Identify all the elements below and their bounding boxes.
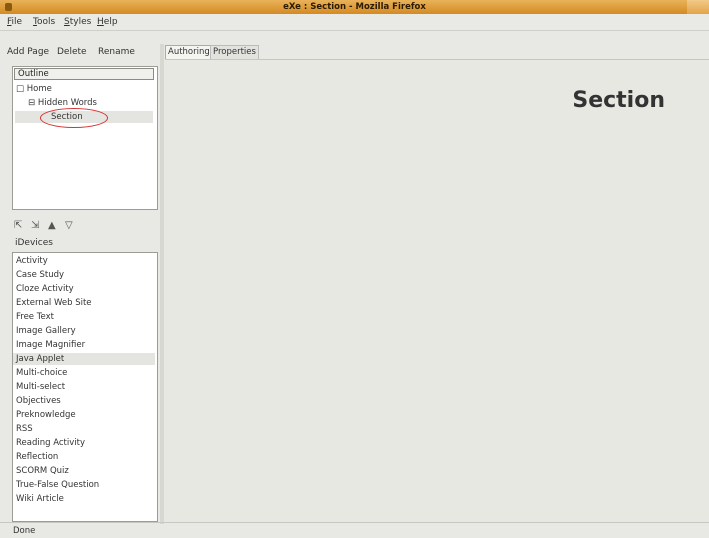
- move-up-icon[interactable]: ▲: [48, 220, 58, 232]
- page-title: Section: [572, 88, 665, 113]
- move-down-icon[interactable]: ▽: [65, 220, 75, 232]
- idevice-item[interactable]: SCORM Quiz: [13, 465, 155, 477]
- status-text: Done: [13, 526, 36, 536]
- window-title: eXe : Section - Mozilla Firefox: [283, 2, 426, 12]
- tab-properties[interactable]: Properties: [210, 45, 259, 59]
- idevice-item[interactable]: Objectives: [13, 395, 155, 407]
- idevice-item[interactable]: RSS: [13, 423, 155, 435]
- menu-file[interactable]: File: [7, 17, 22, 27]
- menu-styles[interactable]: Styles: [64, 17, 91, 27]
- idevice-item[interactable]: Reflection: [13, 451, 155, 463]
- idevice-item[interactable]: Wiki Article: [13, 493, 155, 505]
- idevice-item[interactable]: Activity: [13, 255, 155, 267]
- idevice-item[interactable]: External Web Site: [13, 297, 155, 309]
- tree-expander-icon[interactable]: □: [16, 84, 24, 94]
- menu-help[interactable]: Help: [97, 17, 118, 27]
- idevice-item[interactable]: Free Text: [13, 311, 155, 323]
- status-bar: Done: [0, 524, 709, 538]
- authoring-area: Section: [165, 59, 709, 523]
- idevice-item[interactable]: True-False Question: [13, 479, 155, 491]
- tree-label: Home: [26, 84, 52, 94]
- outline-header: Outline: [14, 68, 154, 80]
- tab-authoring[interactable]: Authoring: [165, 45, 213, 59]
- panel-splitter[interactable]: [160, 44, 164, 524]
- tree-node-hidden-words[interactable]: ⊟ Hidden Words: [28, 98, 97, 108]
- demote-icon[interactable]: ⇲: [31, 220, 41, 232]
- outline-panel: Outline □ Home ⊟ Hidden Words Section: [12, 66, 158, 210]
- tree-label: Hidden Words: [37, 98, 97, 108]
- idevice-item[interactable]: Multi-select: [13, 381, 155, 393]
- add-page-button[interactable]: Add Page: [7, 47, 49, 57]
- rename-button[interactable]: Rename: [98, 47, 135, 57]
- idevice-item[interactable]: Reading Activity: [13, 437, 155, 449]
- outline-toolbar: Add Page Delete Rename: [0, 44, 160, 60]
- menu-bar: File Tools Styles Help: [0, 14, 709, 31]
- annotation-circle: [40, 108, 108, 128]
- window-controls[interactable]: [687, 0, 709, 14]
- tree-expander-icon[interactable]: ⊟: [28, 98, 35, 108]
- promote-icon[interactable]: ⇱: [14, 220, 24, 232]
- delete-button[interactable]: Delete: [57, 47, 87, 57]
- idevices-header: iDevices: [15, 238, 53, 248]
- menu-tools[interactable]: Tools: [33, 17, 55, 27]
- title-bar: eXe : Section - Mozilla Firefox: [0, 0, 709, 14]
- idevice-item[interactable]: Case Study: [13, 269, 155, 281]
- idevice-item-selected[interactable]: Java Applet: [13, 353, 155, 365]
- idevices-list: Activity Case Study Cloze Activity Exter…: [12, 252, 158, 522]
- idevice-item[interactable]: Image Gallery: [13, 325, 155, 337]
- idevice-item[interactable]: Preknowledge: [13, 409, 155, 421]
- idevice-item[interactable]: Multi-choice: [13, 367, 155, 379]
- tree-node-home[interactable]: □ Home: [16, 84, 52, 94]
- idevice-item[interactable]: Image Magnifier: [13, 339, 155, 351]
- idevice-item[interactable]: Cloze Activity: [13, 283, 155, 295]
- status-divider: [0, 522, 709, 523]
